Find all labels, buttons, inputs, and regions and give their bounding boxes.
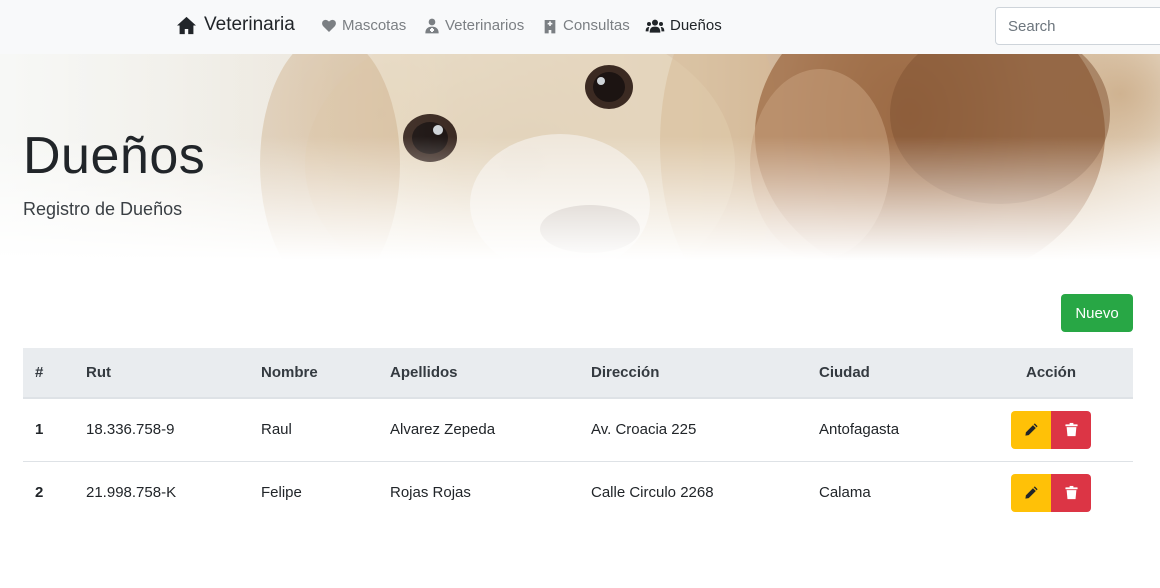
trash-icon [1064, 486, 1078, 500]
page-title: Dueños [23, 127, 206, 185]
column-header-accion: Acción [969, 348, 1133, 399]
column-header-number: # [23, 348, 86, 399]
nav-item-label: Veterinarios [445, 17, 525, 34]
cell-rut: 21.998.758-K [86, 484, 177, 502]
row-actions [1011, 473, 1091, 512]
delete-button[interactable] [1051, 473, 1091, 512]
nav-item-mascotas[interactable]: Mascotas [321, 17, 406, 34]
nav-item-label: Dueños [670, 17, 722, 34]
cell-accion [969, 398, 1133, 462]
delete-button[interactable] [1051, 410, 1091, 449]
cell-apellidos: Rojas Rojas [390, 484, 471, 502]
pencil-icon [1024, 423, 1038, 436]
nav-item-duenos[interactable]: Dueños [645, 17, 722, 34]
trash-icon [1064, 423, 1078, 437]
nav-item-label: Consultas [563, 17, 630, 34]
search-input[interactable] [995, 7, 1160, 45]
column-header-direccion: Dirección [591, 348, 819, 399]
edit-button[interactable] [1011, 410, 1051, 449]
cell-nombre: Raul [261, 398, 390, 462]
home-icon [177, 16, 196, 34]
cell-nombre: Felipe [261, 484, 302, 502]
nav-item-consultas[interactable]: Consultas [542, 17, 630, 34]
hero-banner: Dueños Registro de Dueños [0, 54, 1160, 260]
user-md-icon [425, 18, 439, 33]
table-row: 1 18.336.758-9 Raul Alvarez Zepeda Av. C… [23, 398, 1133, 462]
heart-icon [322, 19, 336, 32]
table-header-row: # Rut Nombre Apellidos Dirección Ciudad … [23, 348, 1133, 399]
cell-rut: 18.336.758-9 [86, 398, 261, 462]
cell-ciudad: Calama [819, 484, 871, 502]
brand-label: Veterinaria [204, 14, 295, 35]
edit-button[interactable] [1011, 473, 1051, 512]
nav-item-label: Mascotas [342, 17, 407, 34]
column-header-apellidos: Apellidos [390, 348, 591, 399]
column-header-rut: Rut [86, 348, 261, 399]
cell-number: 2 [35, 484, 44, 502]
hospital-icon [544, 19, 556, 33]
row-actions [1011, 410, 1091, 449]
cell-direccion: Calle Circulo 2268 [591, 484, 714, 502]
column-header-ciudad: Ciudad [819, 348, 969, 399]
column-header-nombre: Nombre [261, 348, 390, 399]
brand-link[interactable]: Veterinaria [176, 14, 295, 36]
page-subtitle: Registro de Dueños [23, 199, 183, 219]
cell-ciudad: Antofagasta [819, 398, 969, 462]
cell-direccion: Av. Croacia 225 [591, 398, 819, 462]
new-owner-button[interactable]: Nuevo [1061, 294, 1133, 332]
cell-accion [969, 461, 1133, 524]
users-icon [645, 19, 665, 33]
nav-item-veterinarios[interactable]: Veterinarios [424, 17, 524, 34]
cell-number: 1 [23, 398, 86, 462]
cell-apellidos: Alvarez Zepeda [390, 398, 591, 462]
pencil-icon [1024, 486, 1038, 499]
navbar: Veterinaria Mascotas Veterinarios Consul… [0, 0, 1160, 54]
table-row: 2 21.998.758-K Felipe Rojas Rojas Calle … [23, 461, 1133, 524]
owners-table: # Rut Nombre Apellidos Dirección Ciudad … [23, 348, 1133, 524]
